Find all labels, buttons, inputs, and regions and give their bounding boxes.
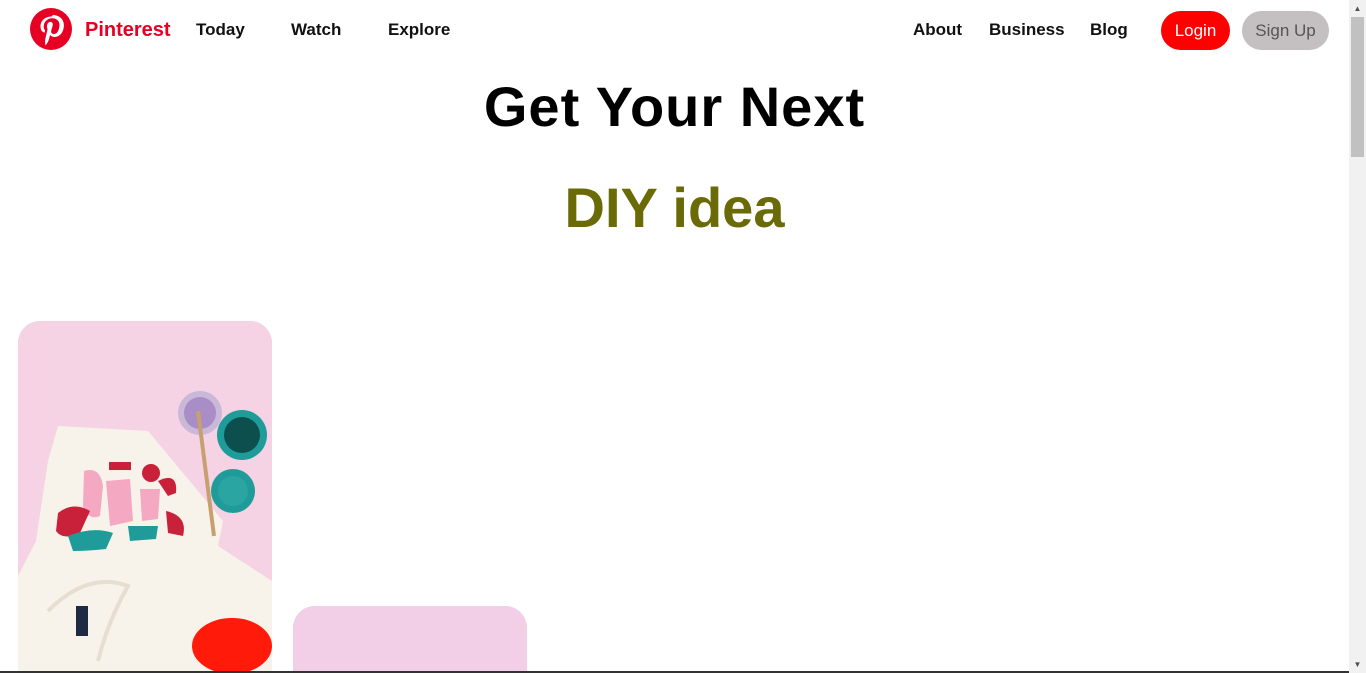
pin-card[interactable] — [293, 606, 527, 673]
signup-button[interactable]: Sign Up — [1242, 11, 1329, 50]
scroll-up-icon[interactable]: ▲ — [1349, 0, 1366, 17]
vertical-scrollbar[interactable]: ▲ ▼ — [1349, 0, 1366, 673]
nav-today[interactable]: Today — [196, 20, 245, 40]
login-button[interactable]: Login — [1161, 11, 1230, 50]
pin-card[interactable] — [18, 321, 272, 673]
hero-title: Get Your Next — [483, 75, 866, 138]
nav-explore[interactable]: Explore — [388, 20, 450, 40]
nav-business[interactable]: Business — [989, 20, 1065, 40]
hero-subtitle: DIY idea — [564, 176, 785, 239]
scroll-thumb[interactable] — [1351, 17, 1364, 157]
brand-name[interactable]: Pinterest — [85, 19, 171, 42]
pin-image — [293, 606, 527, 673]
header: Pinterest Today Watch Explore About Busi… — [0, 0, 1349, 60]
nav-about[interactable]: About — [913, 20, 962, 40]
pin-image — [18, 321, 272, 673]
scroll-down-icon[interactable]: ▼ — [1349, 656, 1366, 673]
pinterest-logo-icon[interactable] — [30, 8, 72, 50]
nav-watch[interactable]: Watch — [291, 20, 341, 40]
nav-blog[interactable]: Blog — [1090, 20, 1128, 40]
